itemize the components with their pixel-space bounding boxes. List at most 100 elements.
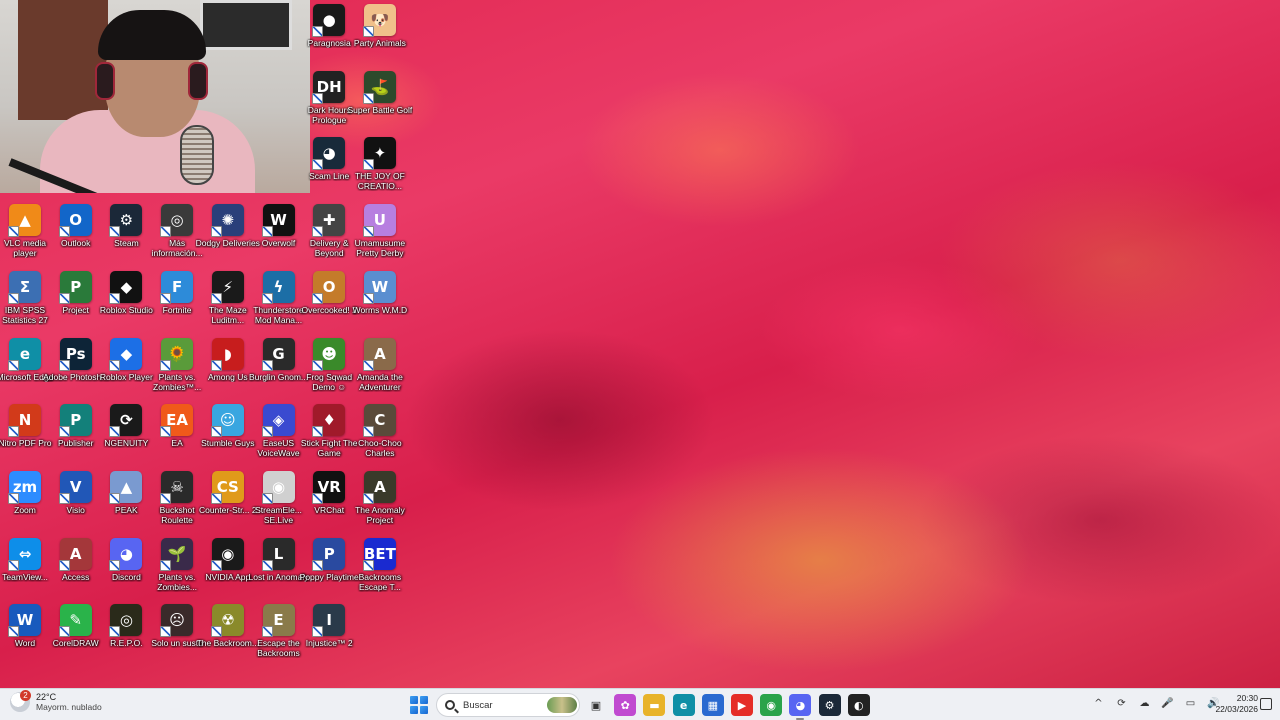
app-icon: 🌱: [160, 537, 194, 571]
app-icon: VR: [312, 470, 346, 504]
taskbar-edge-icon[interactable]: e: [672, 694, 695, 716]
app-icon: ☻: [312, 337, 346, 371]
clock[interactable]: 20:30 22/03/2026: [1215, 693, 1258, 715]
display-icon[interactable]: ▭: [1184, 697, 1197, 710]
cloud-icon[interactable]: ☁: [1138, 697, 1151, 710]
taskbar-file-explorer-icon[interactable]: ▬: [643, 694, 666, 716]
desktop-icon[interactable]: I Injustice™ 2: [296, 600, 362, 666]
taskbar-steam-icon[interactable]: ⚙: [818, 694, 841, 716]
weather-temperature: 22°C: [36, 692, 57, 702]
desktop-icon[interactable]: W Worms W.M.D: [347, 267, 413, 333]
taskbar-discord-icon[interactable]: ◕: [789, 694, 812, 720]
microphone-icon[interactable]: 🎤: [1161, 697, 1174, 710]
app-icon: e: [8, 337, 41, 371]
app-icon: N: [8, 404, 41, 438]
app-icon: ◆: [109, 337, 143, 371]
taskbar-chrome-icon[interactable]: ◉: [760, 694, 783, 716]
desktop-icon-label: Worms W.M.D: [352, 304, 408, 315]
cloud-icon: 2: [10, 690, 31, 712]
app-icon: L: [261, 537, 295, 571]
weather-description: Mayorm. nublado: [36, 702, 102, 712]
app-icon: U: [362, 204, 396, 238]
desktop-icon[interactable]: BET Backrooms Escape T...: [347, 534, 413, 600]
desktop-icon[interactable]: A The Anomaly Project: [347, 467, 413, 533]
app-icon: C: [362, 404, 396, 438]
desktop-icon[interactable]: C Choo-Choo Charles: [347, 400, 413, 466]
search-placeholder: Buscar: [463, 699, 493, 711]
app-icon: EA: [160, 404, 194, 438]
taskbar-search[interactable]: Buscar: [436, 693, 580, 717]
app-icon: Σ: [8, 270, 41, 304]
app-icon: 🐶: [362, 4, 396, 37]
notification-icon[interactable]: [1260, 698, 1272, 710]
app-icon: ⟳: [109, 404, 143, 438]
app-icon: F: [160, 270, 194, 304]
desktop-icon[interactable]: U Umamusume Pretty Derby: [347, 200, 413, 266]
app-icon: W: [261, 204, 295, 238]
app-icon: BET: [362, 537, 396, 571]
app-icon: ◗: [210, 337, 244, 371]
desktop-icon-label: The Anomaly Project: [355, 504, 405, 525]
taskbar-youtube-icon[interactable]: ▶: [731, 694, 753, 716]
app-icon: ◎: [109, 604, 143, 638]
show-hidden-icon[interactable]: ^: [1092, 697, 1105, 710]
app-icon: DH: [312, 70, 346, 104]
desktop-icon[interactable]: ⛳ Super Battle Golf: [347, 67, 413, 133]
app-icon: O: [312, 270, 346, 304]
app-icon: ✎: [58, 604, 92, 638]
sync-icon[interactable]: ⟳: [1115, 697, 1128, 710]
desktop-icon-label: Backrooms Escape T...: [358, 571, 402, 592]
app-icon: ▲: [8, 204, 41, 238]
desktop-icon-label: Umamusume Pretty Derby: [354, 238, 406, 259]
app-icon: ◕: [312, 137, 346, 171]
app-icon: ♦: [312, 404, 346, 438]
weather-badge: 2: [20, 690, 31, 701]
app-icon: ϟ: [261, 270, 295, 304]
app-icon: ⇔: [8, 537, 41, 571]
app-icon: P: [58, 270, 92, 304]
desktop-icon-label: Amanda the Adventurer: [356, 371, 403, 392]
app-icon: ⛳: [362, 70, 396, 104]
taskbar: 2 22°C Mayorm. nublado Buscar ▣ ✿ ▬ e ▦ ▶ ◉ ◕ ⚙ ◐…: [0, 688, 1280, 720]
clock-time: 20:30: [1236, 693, 1258, 703]
search-icon: [445, 700, 455, 710]
app-icon: ◕: [109, 537, 143, 571]
clock-date: 22/03/2026: [1215, 704, 1258, 714]
taskbar-obs-icon[interactable]: ◐: [847, 694, 870, 716]
desktop-icon-label: Injustice™ 2: [305, 638, 353, 649]
app-icon: zm: [8, 470, 41, 504]
app-icon: V: [58, 470, 92, 504]
app-icon: A: [362, 337, 396, 371]
app-icon: E: [261, 604, 295, 638]
app-icon: ◎: [160, 204, 194, 238]
desktop-icon[interactable]: ✦ THE JOY OF CREATIO...: [347, 133, 413, 199]
app-icon: ⚙: [109, 204, 143, 238]
app-icon: ✦: [362, 137, 396, 171]
app-icon: ▲: [109, 470, 143, 504]
app-icon: G: [261, 337, 295, 371]
weather-widget[interactable]: 2 22°C Mayorm. nublado: [10, 690, 102, 712]
app-icon: P: [312, 537, 346, 571]
app-icon: Ps: [58, 337, 92, 371]
app-icon: ⚡: [210, 270, 244, 304]
system-tray: ^ ⟳ ☁ 🎤 ▭ 🔊: [1092, 697, 1220, 710]
app-icon: A: [362, 470, 396, 504]
app-icon: ◉: [210, 537, 244, 571]
app-icon: I: [312, 604, 346, 638]
taskbar-copilot-icon[interactable]: ✿: [614, 694, 637, 716]
search-highlight-image: [547, 697, 577, 713]
app-icon: ☺: [210, 404, 244, 438]
app-icon: A: [58, 537, 92, 571]
taskbar-store-icon[interactable]: ▦: [701, 694, 724, 716]
app-icon: ◉: [261, 470, 295, 504]
app-icon: ☠: [160, 470, 194, 504]
app-icon: O: [58, 204, 92, 238]
desktop-icon[interactable]: A Amanda the Adventurer: [347, 334, 413, 400]
app-icon: ✚: [312, 204, 346, 238]
taskbar-task-view-icon[interactable]: ▣: [585, 694, 607, 716]
desktop-icon-label: Party Animals: [353, 38, 406, 48]
start-button[interactable]: [410, 696, 428, 714]
desktop-icon[interactable]: 🐶 Party Animals: [347, 0, 413, 66]
app-icon: ☹: [160, 604, 194, 638]
app-icon: W: [8, 604, 41, 638]
